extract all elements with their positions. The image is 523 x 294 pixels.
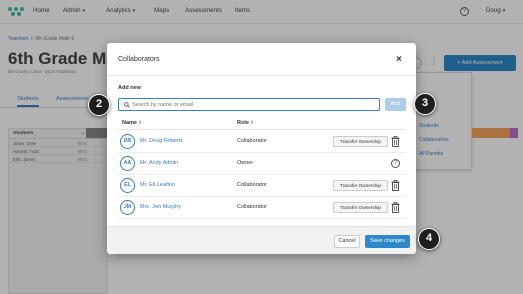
collaborator-name[interactable]: Mr. Doug Roberts [140,138,183,144]
step-marker-2: 2 [88,94,110,116]
transfer-ownership-button[interactable]: Transfer Ownership [333,136,388,147]
collaborator-name[interactable]: Mr. Eli Leafton [140,182,175,188]
step-marker-4: 4 [418,228,440,250]
column-header-role[interactable]: Role⇕ [237,120,254,126]
trash-icon[interactable] [391,202,400,213]
collaborator-role: Collaborator [237,182,267,188]
column-header-name[interactable]: Name⇕ [122,120,142,126]
avatar: EL [120,178,135,193]
collaborator-name[interactable]: Mr. Andy Admin [140,160,178,166]
search-input[interactable] [132,99,372,110]
divider [107,75,416,76]
collaborator-name[interactable]: Mrs. Jen Murphy [140,204,181,210]
collaborator-role: Collaborator [237,138,267,144]
trash-icon[interactable] [391,136,400,147]
modal-footer: Cancel Save changes [107,226,416,254]
column-name-label: Name [122,120,137,126]
avatar: AA [120,156,135,171]
collaborators-modal: Collaborators × Add new Add Name⇕ Role⇕ … [107,43,416,254]
collaborator-role: Owner [237,160,254,166]
transfer-ownership-button[interactable]: Transfer Ownership [333,202,388,213]
divider [118,129,406,130]
transfer-ownership-button[interactable]: Transfer Ownership [333,180,388,191]
sort-icon: ⇕ [137,120,143,126]
collaborator-row: DR Mr. Doug Roberts Collaborator Transfe… [118,131,406,153]
trash-icon[interactable] [391,180,400,191]
column-role-label: Role [237,120,249,126]
collaborator-row: EL Mr. Eli Leafton Collaborator Transfer… [118,175,406,197]
search-icon [124,102,130,108]
add-new-label: Add new [118,85,141,91]
close-icon[interactable]: × [396,54,402,65]
cancel-button[interactable]: Cancel [334,235,360,248]
help-icon[interactable]: ? [391,159,400,168]
step-marker-3: 3 [414,93,436,115]
save-changes-button[interactable]: Save changes [365,235,410,248]
collaborator-row: AA Mr. Andy Admin Owner ? [118,153,406,175]
modal-title: Collaborators [118,56,160,63]
sort-icon: ⇕ [249,120,255,126]
collaborator-role: Collaborator [237,204,267,210]
search-field[interactable] [118,98,380,111]
collaborator-row: JM Mrs. Jen Murphy Collaborator Transfer… [118,197,406,219]
avatar: JM [120,200,135,215]
avatar: DR [120,134,135,149]
add-button[interactable]: Add [385,98,406,111]
